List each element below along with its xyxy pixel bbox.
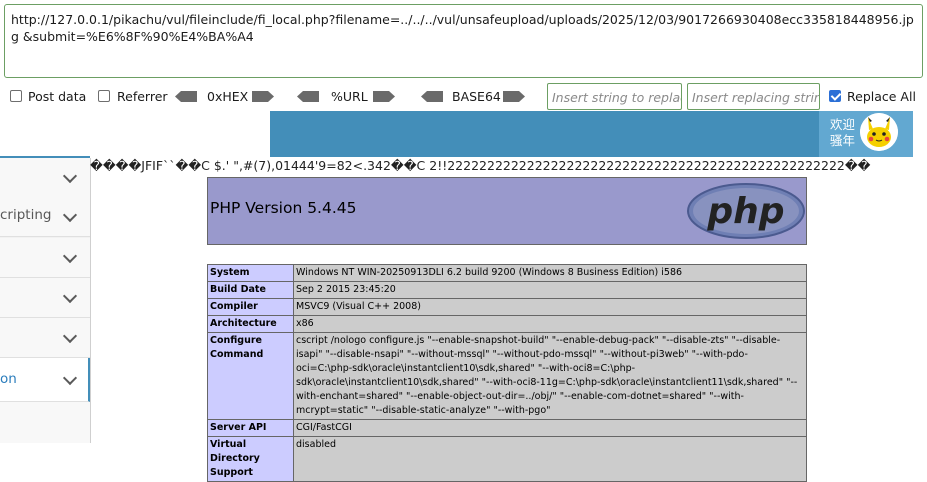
sidebar-item-2[interactable]: cripting: [0, 197, 90, 237]
referrer-label[interactable]: Referrer: [117, 89, 168, 104]
sidebar: cripting on: [0, 158, 91, 443]
post-data-checkbox[interactable]: [10, 90, 22, 102]
php-logo-icon: php: [687, 183, 805, 239]
base64-decode-arrow-icon[interactable]: [421, 91, 443, 102]
chevron-down-icon: [62, 248, 78, 264]
row-value: disabled: [293, 436, 807, 482]
row-key: Architecture: [207, 315, 294, 333]
row-value: Windows NT WIN-20250913DLI 6.2 build 920…: [293, 264, 807, 282]
replace-all-label[interactable]: Replace All: [847, 89, 916, 104]
insert-replacing-input[interactable]: Insert replacing string: [687, 83, 820, 110]
row-value: cscript /nologo configure.js "--enable-s…: [293, 332, 807, 420]
user-greeting-line2: 骚年: [830, 133, 856, 148]
insert-string-input[interactable]: Insert string to replace: [547, 83, 682, 110]
url-decode-arrow-icon[interactable]: [297, 91, 319, 102]
hex-encode-arrow-icon[interactable]: [252, 91, 274, 102]
table-row: Server API CGI/FastCGI: [207, 419, 807, 437]
replace-all-checkbox[interactable]: [829, 90, 841, 102]
base64-label: BASE64: [452, 89, 501, 104]
chevron-down-icon: [62, 207, 78, 223]
sidebar-header: [0, 111, 270, 157]
chevron-down-icon: [62, 288, 78, 304]
row-value: Sep 2 2015 23:45:20: [293, 281, 807, 299]
hex-decode-arrow-icon[interactable]: [175, 91, 197, 102]
sidebar-item-label: cripting: [0, 207, 52, 223]
user-greeting-line1: 欢迎: [830, 117, 856, 132]
row-key: Compiler: [207, 298, 294, 316]
row-key: Virtual Directory Support: [207, 436, 294, 482]
sidebar-item-label: on: [0, 371, 17, 387]
sidebar-item-7[interactable]: [0, 402, 90, 443]
pikachu-avatar-icon: [860, 113, 898, 151]
phpinfo-table: System Windows NT WIN-20250913DLI 6.2 bu…: [207, 264, 807, 482]
referrer-checkbox[interactable]: [98, 90, 110, 102]
avatar[interactable]: [860, 113, 898, 151]
row-key: Build Date: [207, 281, 294, 299]
raw-image-bytes-text: ����JFIF``��C $.' ",#(7),01444'9=82<.342…: [90, 158, 871, 173]
chevron-down-icon: [62, 328, 78, 344]
sidebar-item-3[interactable]: [0, 238, 90, 278]
web-page: 欢迎 骚年 cripting on ����JFIF``��C $.' ",#(…: [0, 111, 927, 482]
chevron-down-icon: [62, 370, 78, 386]
php-version-title: PHP Version 5.4.45: [210, 199, 357, 217]
user-greeting: 欢迎 骚年: [830, 117, 855, 149]
sidebar-item-6-active[interactable]: on: [0, 358, 90, 402]
row-key: Configure Command: [207, 332, 294, 420]
row-key: Server API: [207, 419, 294, 437]
row-value: MSVC9 (Visual C++ 2008): [293, 298, 807, 316]
table-row: Architecture x86: [207, 315, 807, 333]
svg-text:php: php: [706, 191, 784, 232]
sidebar-item-1[interactable]: [0, 158, 90, 198]
url-label: %URL: [331, 89, 368, 104]
phpinfo-header: PHP Version 5.4.45 php: [207, 177, 807, 245]
row-key: System: [207, 264, 294, 282]
row-value: x86: [293, 315, 807, 333]
top-navbar: [270, 111, 913, 157]
table-row: System Windows NT WIN-20250913DLI 6.2 bu…: [207, 264, 807, 282]
table-row: Compiler MSVC9 (Visual C++ 2008): [207, 298, 807, 316]
post-data-label[interactable]: Post data: [28, 89, 86, 104]
sidebar-item-5[interactable]: [0, 318, 90, 358]
table-row: Virtual Directory Support disabled: [207, 436, 807, 482]
hackbar-toolbar: Post data Referrer 0xHEX %URL BASE64 Ins…: [0, 83, 927, 111]
url-textarea[interactable]: http://127.0.0.1/pikachu/vul/fileinclude…: [4, 4, 923, 78]
hex-label: 0xHEX: [207, 89, 249, 104]
table-row: Build Date Sep 2 2015 23:45:20: [207, 281, 807, 299]
url-encode-arrow-icon[interactable]: [373, 91, 395, 102]
table-row: Configure Command cscript /nologo config…: [207, 332, 807, 420]
base64-encode-arrow-icon[interactable]: [503, 91, 525, 102]
scroll-strip: [913, 111, 927, 157]
chevron-down-icon: [62, 168, 78, 184]
sidebar-item-4[interactable]: [0, 278, 90, 318]
row-value: CGI/FastCGI: [293, 419, 807, 437]
